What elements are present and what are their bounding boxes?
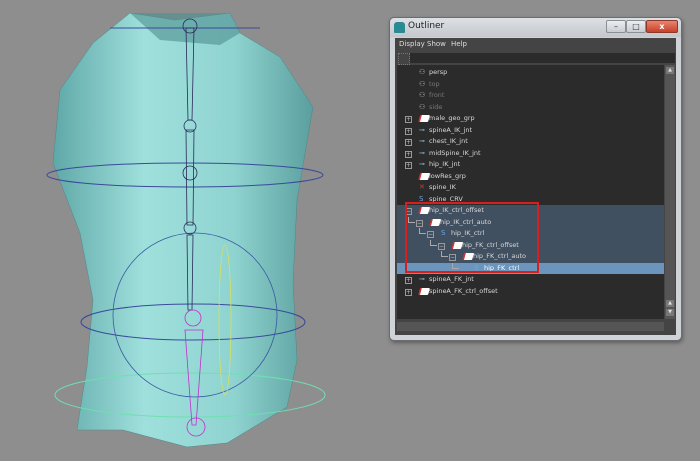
expand-icon[interactable]: + — [405, 127, 412, 135]
close-button[interactable]: x — [646, 20, 678, 33]
outliner-item-label: male_geo_grp — [429, 114, 475, 122]
outliner-item-label: hip_IK_jnt — [429, 160, 461, 168]
menu-display[interactable]: Display — [399, 40, 425, 48]
outliner-item[interactable]: ⚇ top — [397, 79, 664, 91]
expand-icon[interactable]: + — [405, 150, 412, 158]
joint-icon: ⊸ — [419, 160, 425, 168]
outliner-item[interactable]: lowRes_grp — [397, 171, 664, 183]
outliner-item[interactable]: ⚇ side — [397, 102, 664, 114]
outliner-item-label: spine_IK — [429, 183, 456, 191]
joint-icon: ⊸ — [419, 125, 425, 134]
outliner-item-label: spineA_FK_jnt — [429, 275, 474, 283]
outliner-window: Outliner – □ x Display Show Help ⚇ persp ⚇… — [389, 17, 682, 341]
outliner-item[interactable]: + ⊸ spineA_IK_jnt — [397, 125, 664, 137]
outliner-item-label: lowRes_grp — [429, 171, 466, 180]
vertical-scrollbar[interactable]: ▲ ▲ ▼ — [665, 65, 675, 319]
outliner-item-label: midSpine_IK_jnt — [429, 148, 481, 157]
maximize-button[interactable]: □ — [626, 20, 646, 33]
outliner-item-label: chest_IK_jnt — [429, 137, 468, 145]
camera-icon: ⚇ — [419, 79, 426, 88]
scroll-up-icon[interactable]: ▲ — [666, 67, 674, 74]
outliner-item[interactable]: ✕ spine_IK — [397, 182, 664, 194]
outliner-item[interactable]: ⚇ persp — [397, 67, 664, 79]
outliner-item[interactable]: + spineA_FK_ctrl_offset — [397, 286, 664, 298]
scroll-up-icon[interactable]: ▲ — [666, 300, 674, 307]
outliner-item-label: spineA_FK_ctrl_offset — [429, 286, 498, 295]
outliner-item-label: side — [429, 102, 443, 111]
expand-icon[interactable]: + — [405, 277, 412, 284]
expand-icon[interactable]: + — [405, 288, 412, 296]
outliner-item[interactable]: + ⊸ midSpine_IK_jnt — [397, 148, 664, 160]
outliner-item[interactable]: + ⊸ spineA_FK_jnt — [397, 274, 664, 286]
outliner-item-label: persp — [429, 68, 448, 76]
horizontal-scrollbar[interactable] — [397, 322, 664, 331]
ik-handle-icon: ✕ — [419, 183, 425, 191]
filter-input[interactable] — [410, 53, 675, 63]
expand-icon[interactable]: + — [405, 116, 412, 123]
filter-icon[interactable] — [398, 53, 410, 65]
outliner-item-label: spineA_IK_jnt — [429, 125, 473, 134]
camera-icon: ⚇ — [419, 102, 426, 111]
menu-bar: Display Show Help — [395, 38, 676, 51]
camera-icon: ⚇ — [419, 91, 426, 99]
torso-mesh-view — [46, 12, 326, 448]
expand-icon[interactable]: + — [405, 162, 412, 169]
outliner-item[interactable]: + ⊸ hip_IK_jnt — [397, 159, 664, 171]
3d-viewport[interactable] — [0, 0, 385, 457]
minimize-button[interactable]: – — [606, 20, 626, 33]
outliner-item[interactable]: + ⊸ chest_IK_jnt — [397, 136, 664, 148]
title-bar[interactable]: Outliner – □ x — [390, 18, 681, 37]
outliner-item-label: top — [429, 79, 440, 88]
outliner-item[interactable]: ⚇ front — [397, 90, 664, 102]
joint-icon: ⊸ — [419, 137, 425, 145]
annotation-highlight-box — [405, 202, 539, 273]
outliner-item[interactable]: + male_geo_grp — [397, 113, 664, 125]
joint-icon: ⊸ — [419, 148, 425, 157]
joint-icon: ⊸ — [419, 275, 425, 283]
menu-show[interactable]: Show — [427, 40, 446, 48]
menu-help[interactable]: Help — [451, 40, 467, 48]
maya-icon — [394, 22, 405, 33]
outliner-item-label: front — [429, 91, 445, 99]
expand-icon[interactable]: + — [405, 139, 412, 146]
window-title: Outliner — [408, 21, 445, 31]
scroll-down-icon[interactable]: ▼ — [666, 309, 674, 316]
camera-icon: ⚇ — [419, 68, 426, 76]
torso-mesh[interactable] — [52, 12, 314, 448]
outliner-list: ⚇ persp ⚇ top ⚇ front ⚇ side + male_geo_grp + ⊸ spin… — [397, 65, 664, 319]
